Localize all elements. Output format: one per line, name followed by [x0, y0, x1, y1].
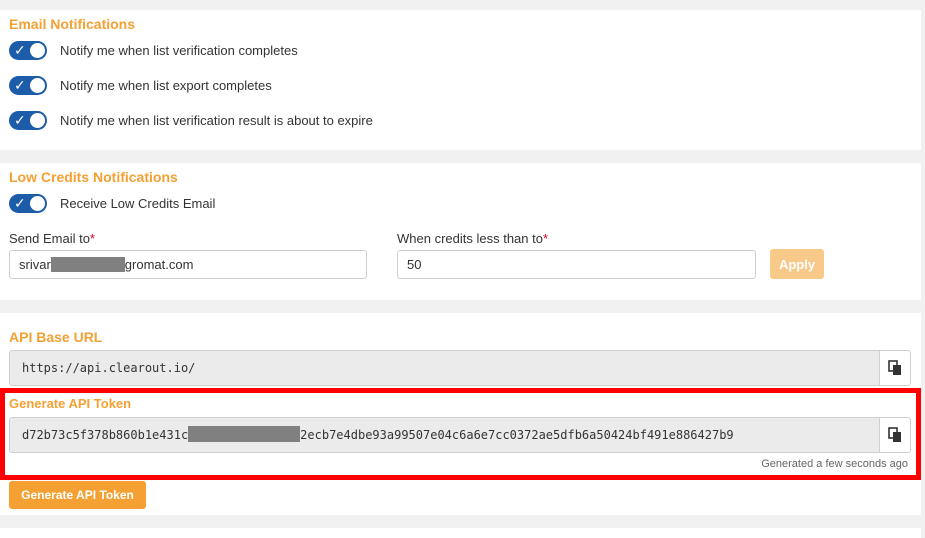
notify-expire-row: ✓ Notify me when list verification resul… [9, 110, 373, 130]
send-email-prefix: srivar [19, 257, 51, 272]
send-email-input[interactable]: srivar gromat.com [9, 250, 367, 279]
receive-low-credits-label: Receive Low Credits Email [60, 195, 216, 211]
send-email-suffix: gromat.com [124, 257, 194, 272]
notify-verification-toggle[interactable]: ✓ [9, 40, 47, 60]
apply-button[interactable]: Apply [770, 249, 824, 279]
next-card [0, 528, 921, 538]
api-base-url-field[interactable]: https://api.clearout.io/ [9, 350, 880, 386]
toggle-knob [30, 42, 45, 58]
receive-low-credits-row: ✓ Receive Low Credits Email [9, 193, 215, 213]
notify-export-row: ✓ Notify me when list export completes [9, 75, 272, 95]
receive-low-credits-toggle[interactable]: ✓ [9, 193, 47, 213]
threshold-input[interactable]: 50 [397, 250, 756, 279]
low-credits-title: Low Credits Notifications [9, 169, 178, 185]
copy-token-button[interactable] [879, 417, 911, 453]
email-notifications-card: Email Notifications ✓ Notify me when lis… [0, 10, 921, 150]
api-token-field[interactable]: d72b73c5f378b860b1e431c 2ecb7e4dbe93a9950… [9, 417, 880, 453]
api-card: API Base URL https://api.clearout.io/ Ge… [0, 313, 921, 515]
check-icon: ✓ [14, 194, 26, 211]
toggle-knob [30, 112, 45, 128]
generate-api-token-button[interactable]: Generate API Token [9, 481, 146, 509]
send-email-label: Send Email to* [9, 231, 95, 246]
check-icon: ✓ [14, 76, 26, 93]
copy-base-url-button[interactable] [879, 350, 911, 386]
copy-icon [888, 427, 901, 442]
required-mark: * [542, 231, 549, 246]
threshold-label: When credits less than to* [397, 231, 549, 246]
redaction-mask [188, 426, 301, 442]
required-mark: * [89, 231, 95, 246]
notify-verification-label: Notify me when list verification complet… [60, 42, 298, 58]
notify-export-label: Notify me when list export completes [60, 77, 272, 93]
token-prefix: d72b73c5f378b860b1e431c [22, 428, 189, 442]
notify-verification-row: ✓ Notify me when list verification compl… [9, 40, 298, 60]
check-icon: ✓ [14, 111, 26, 128]
notify-export-toggle[interactable]: ✓ [9, 75, 47, 95]
notify-expire-toggle[interactable]: ✓ [9, 110, 47, 130]
copy-icon [888, 360, 901, 375]
generate-token-title: Generate API Token [9, 396, 132, 411]
notify-expire-label: Notify me when list verification result … [60, 112, 373, 128]
check-icon: ✓ [14, 41, 26, 58]
low-credits-card: Low Credits Notifications ✓ Receive Low … [0, 163, 921, 300]
email-notifications-title: Email Notifications [9, 16, 136, 32]
toggle-knob [30, 77, 45, 93]
generated-timestamp: Generated a few seconds ago [761, 458, 908, 470]
token-suffix: 2ecb7e4dbe93a99507e04c6a6e7cc0372ae5dfb6… [300, 428, 734, 442]
api-base-url-title: API Base URL [9, 329, 103, 345]
toggle-knob [30, 195, 45, 211]
redaction-mask [50, 256, 125, 272]
